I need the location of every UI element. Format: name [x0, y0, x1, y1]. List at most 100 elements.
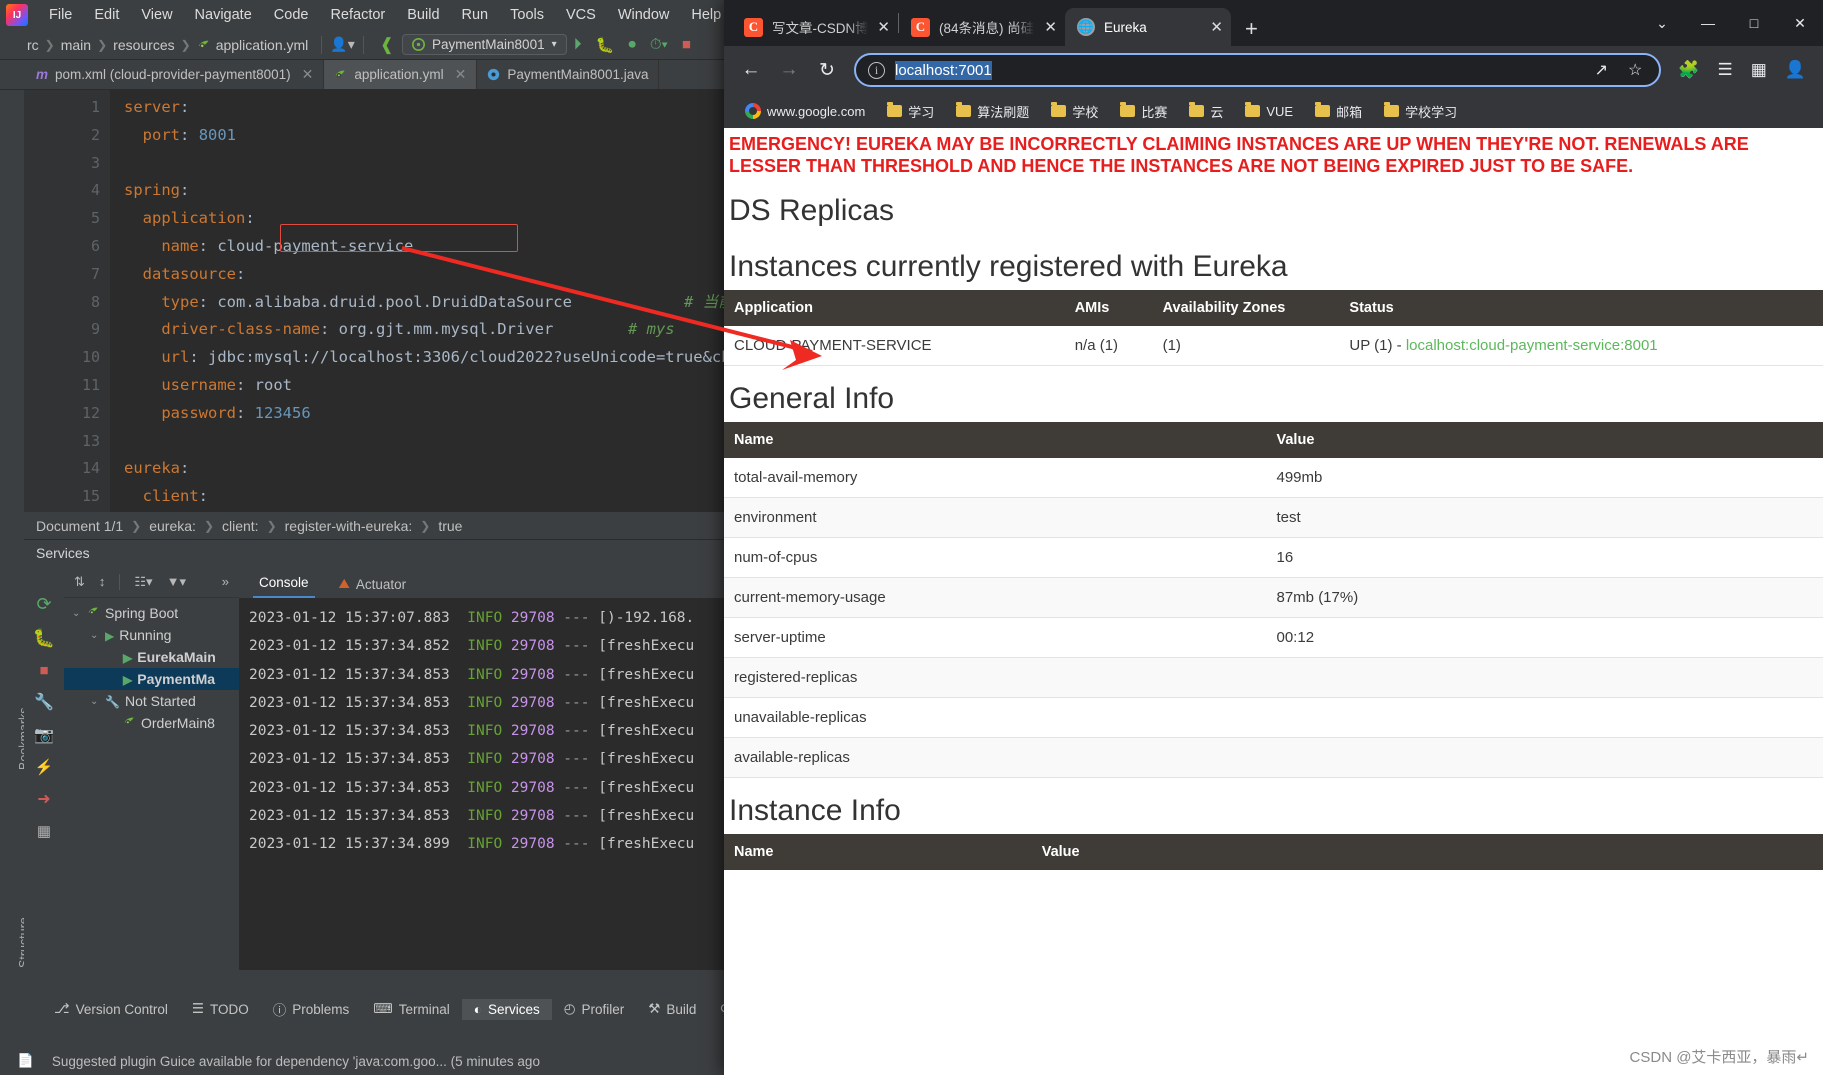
bookmark-item[interactable]: 邮箱	[1304, 102, 1373, 121]
run-configuration-selector[interactable]: PaymentMain8001 ▾	[402, 34, 567, 55]
extensions-puzzle-icon[interactable]: 🧩	[1671, 60, 1706, 80]
menu-code[interactable]: Code	[263, 4, 320, 26]
forward-icon[interactable]: →	[772, 53, 806, 87]
breadcrumb-application-yml[interactable]: application.yml	[192, 37, 314, 53]
stop-icon[interactable]: ■	[39, 662, 48, 679]
chevron-down-icon[interactable]: ⌄	[72, 608, 82, 619]
bookmark-star-icon[interactable]: ☆	[1623, 60, 1647, 80]
tool-window-services[interactable]: ◐ Services	[461, 998, 552, 1020]
close-icon[interactable]: ✕	[455, 66, 467, 83]
profile-avatar-icon[interactable]: 👤	[1778, 60, 1813, 80]
address-bar[interactable]: i localhost:7001 ↗ ☆	[854, 53, 1662, 87]
breadcrumb-client[interactable]: client:	[222, 518, 259, 534]
build-hammer-icon[interactable]: ❰	[372, 35, 402, 55]
bookmark-item[interactable]: www.google.com	[734, 103, 876, 119]
menu-window[interactable]: Window	[607, 4, 681, 26]
reload-icon[interactable]: ↻	[810, 53, 844, 87]
close-icon[interactable]: ✕	[302, 66, 314, 83]
export-icon[interactable]: ➜	[37, 789, 50, 809]
tool-window-todo[interactable]: ☰ TODO	[180, 998, 261, 1020]
bookmark-item[interactable]: VUE	[1234, 102, 1304, 119]
menu-edit[interactable]: Edit	[83, 4, 130, 26]
filter-icon[interactable]: ▼▾	[167, 574, 186, 590]
run-with-coverage-button[interactable]: ⏺	[621, 36, 643, 53]
tab-search-icon[interactable]: ⌄	[1639, 7, 1685, 39]
instance-link[interactable]: localhost:cloud-payment-service:8001	[1406, 337, 1658, 354]
tool-window-problems[interactable]: ⓘ Problems	[261, 996, 362, 1022]
side-panel-icon[interactable]: ▦	[1744, 60, 1774, 80]
browser-tab-csdn-messages[interactable]: C (84条消息) 尚硅谷 Sp ✕	[899, 8, 1065, 46]
share-icon[interactable]: ↗	[1590, 60, 1613, 80]
close-window-button[interactable]: ✕	[1777, 7, 1823, 39]
menu-run[interactable]: Run	[451, 4, 500, 26]
tab-console[interactable]: Console	[253, 575, 315, 598]
site-info-icon[interactable]: i	[868, 61, 885, 79]
debug-icon[interactable]: 🐛	[33, 628, 55, 649]
services-tree-item[interactable]: ⌄ 🔧 Not Started	[64, 690, 239, 712]
editor-tab-application-yml[interactable]: application.yml ✕	[324, 60, 478, 89]
springboot-icon	[87, 605, 100, 621]
bookmark-item[interactable]: 学校	[1040, 102, 1109, 121]
user-icon[interactable]: 👤▾	[330, 36, 354, 53]
browser-tab-csdn-write[interactable]: C 写文章-CSDN博客 ✕	[732, 8, 898, 46]
back-icon[interactable]: ←	[734, 53, 768, 87]
new-tab-button[interactable]: +	[1231, 16, 1272, 46]
address-bar-text[interactable]: localhost:7001	[895, 60, 1580, 80]
menu-vcs[interactable]: VCS	[555, 4, 607, 26]
stop-button[interactable]: ■	[675, 36, 698, 53]
debug-button[interactable]: 🐛	[589, 36, 622, 54]
tab-actuator[interactable]: ⛰ Actuator	[333, 576, 413, 598]
chevron-down-icon[interactable]: ⌄	[90, 630, 100, 641]
profile-button[interactable]: ⏱▾	[643, 36, 675, 53]
breadcrumb-true[interactable]: true	[438, 518, 462, 534]
group-by-icon[interactable]: ☷▾	[134, 574, 152, 590]
menu-view[interactable]: View	[130, 4, 183, 26]
menu-build[interactable]: Build	[396, 4, 450, 26]
breadcrumb-main[interactable]: main	[56, 37, 96, 53]
services-tree-item[interactable]: ▶ PaymentMa	[64, 668, 239, 690]
chevron-down-icon[interactable]: ⌄	[90, 696, 100, 707]
services-tree-item[interactable]: ▶ EurekaMain	[64, 646, 239, 668]
tool-window-terminal[interactable]: ⌨ Terminal	[361, 998, 462, 1020]
menu-file[interactable]: File	[38, 4, 83, 26]
expand-all-icon[interactable]: ⇅	[74, 574, 85, 590]
close-icon[interactable]: ✕	[1044, 18, 1057, 36]
reading-list-icon[interactable]: ☰	[1711, 60, 1740, 80]
breadcrumb-src[interactable]: rc	[22, 37, 44, 53]
thread-dump-icon[interactable]: ⚡	[35, 758, 54, 776]
menu-navigate[interactable]: Navigate	[184, 4, 263, 26]
camera-icon[interactable]: 📷	[34, 725, 54, 745]
services-tree[interactable]: ⌄ Spring Boot ⌄ ▶ Running ▶ EurekaMain ▶ Payment…	[64, 598, 239, 734]
tool-window-version-control[interactable]: ⎇ Version Control	[42, 998, 180, 1020]
rerun-icon[interactable]: ⟳	[36, 594, 51, 615]
layout-icon[interactable]: ▦	[37, 822, 51, 840]
menu-refactor[interactable]: Refactor	[319, 4, 396, 26]
bookmark-item[interactable]: 学习	[876, 102, 945, 121]
editor-tab-paymentmain8001[interactable]: PaymentMain8001.java	[477, 60, 660, 89]
breadcrumb-document[interactable]: Document 1/1	[36, 518, 123, 534]
services-tree-item[interactable]: OrderMain8	[64, 712, 239, 734]
bookmark-item[interactable]: 云	[1178, 102, 1234, 121]
maximize-button[interactable]: □	[1731, 7, 1777, 39]
browser-tab-eureka[interactable]: 🌐 Eureka ✕	[1065, 8, 1231, 46]
status-message[interactable]: Suggested plugin Guice available for dep…	[43, 1054, 549, 1069]
close-icon[interactable]: ✕	[877, 18, 890, 36]
menu-tools[interactable]: Tools	[499, 4, 555, 26]
editor-tab-pom-xml[interactable]: m pom.xml (cloud-provider-payment8001) ✕	[26, 60, 325, 89]
bookmark-item[interactable]: 算法刷题	[945, 102, 1040, 121]
more-actions-icon[interactable]: »	[222, 574, 239, 589]
breadcrumb-register-with-eureka[interactable]: register-with-eureka:	[285, 518, 413, 534]
bookmark-item[interactable]: 比赛	[1109, 102, 1178, 121]
settings-wrench-icon[interactable]: 🔧	[34, 692, 54, 712]
tool-window-profiler[interactable]: ◴ Profiler	[552, 998, 637, 1020]
breadcrumb-resources[interactable]: resources	[108, 37, 179, 53]
tool-window-build[interactable]: ⚒ Build	[636, 998, 708, 1020]
bookmark-item[interactable]: 学校学习	[1373, 102, 1468, 121]
breadcrumb-eureka[interactable]: eureka:	[149, 518, 196, 534]
minimize-button[interactable]: —	[1685, 7, 1731, 39]
collapse-all-icon[interactable]: ↕	[99, 574, 106, 589]
services-tree-item[interactable]: ⌄ ▶ Running	[64, 624, 239, 646]
services-tree-item[interactable]: ⌄ Spring Boot	[64, 602, 239, 624]
close-icon[interactable]: ✕	[1210, 18, 1223, 36]
run-button[interactable]: ⏵	[567, 36, 589, 54]
